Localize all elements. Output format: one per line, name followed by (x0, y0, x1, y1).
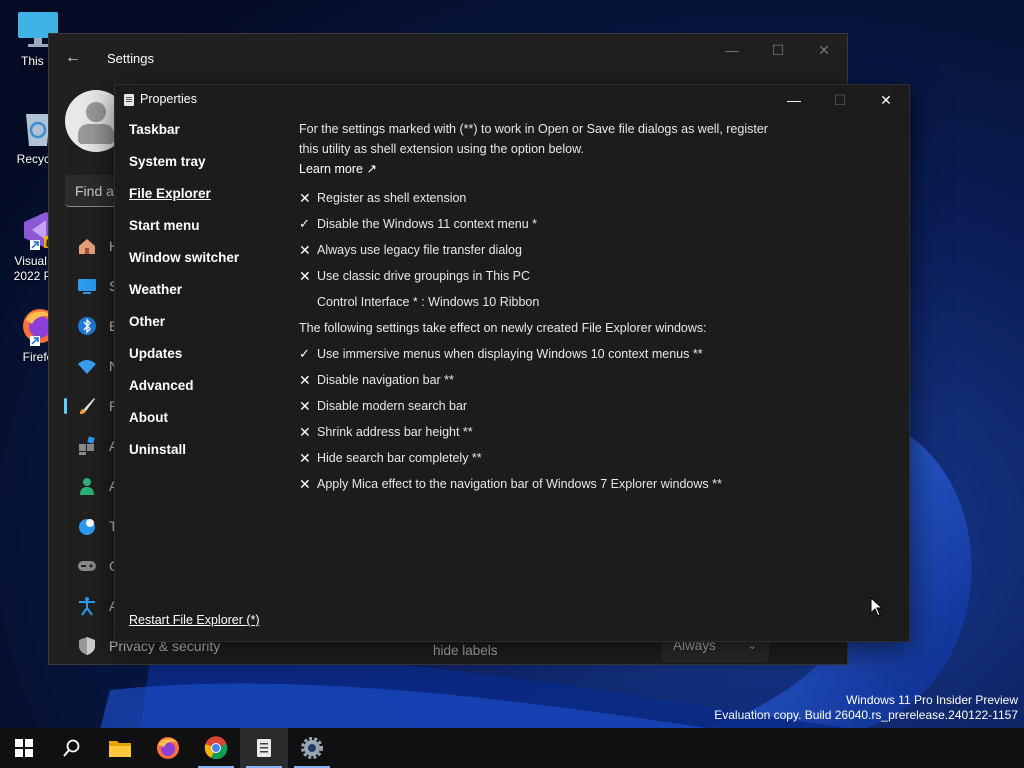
settings-title: Settings (107, 50, 154, 66)
unchecked-icon: ✕ (299, 475, 311, 492)
maximize-icon[interactable]: ☐ (755, 34, 801, 66)
option-label: Use immersive menus when displaying Wind… (317, 347, 703, 361)
search-button[interactable] (48, 728, 96, 768)
apps-icon (77, 436, 97, 456)
unchecked-icon: ✕ (299, 241, 311, 258)
firefox-icon (157, 737, 179, 759)
sidebar-item-weather[interactable]: Weather (129, 279, 289, 311)
gaming-icon (77, 556, 97, 576)
accessibility-icon (77, 596, 97, 616)
option-label: Apply Mica effect to the navigation bar … (317, 477, 722, 491)
system-icon (77, 276, 97, 296)
mouse-cursor-icon (870, 597, 884, 617)
intro-line: For the settings marked with (**) to wor… (299, 122, 768, 136)
checkmark-icon: ✓ (299, 346, 310, 361)
properties-app-icon (124, 94, 134, 106)
file-explorer-button[interactable] (96, 728, 144, 768)
section-heading: The following settings take effect on ne… (299, 321, 707, 335)
unchecked-icon: ✕ (299, 267, 311, 284)
bluetooth-icon (77, 316, 97, 336)
option-disable-win11-context-menu[interactable]: ✓ Disable the Windows 11 context menu * (299, 211, 779, 237)
maximize-icon[interactable]: ☐ (817, 85, 863, 115)
taskbar (0, 728, 1024, 768)
sidebar-item-other[interactable]: Other (129, 311, 289, 343)
close-icon[interactable]: ✕ (863, 85, 909, 115)
search-icon (63, 739, 80, 757)
option-hide-search-bar[interactable]: ✕ Hide search bar completely ** (299, 445, 779, 471)
option-label: Hide search bar completely ** (317, 451, 482, 465)
shield-icon (77, 636, 97, 656)
option-label: Disable modern search bar (317, 399, 468, 413)
unchecked-icon: ✕ (299, 371, 311, 388)
properties-window-controls: — ☐ ✕ (771, 85, 909, 115)
option-classic-drive-groupings[interactable]: ✕ Use classic drive groupings in This PC (299, 263, 779, 289)
sidebar-item-taskbar[interactable]: Taskbar (129, 119, 289, 151)
sidebar-item-about[interactable]: About (129, 407, 289, 439)
checkmark-icon: ✓ (299, 216, 310, 231)
option-label: Register as shell extension (317, 191, 467, 205)
restart-file-explorer-link[interactable]: Restart File Explorer (*) (129, 613, 260, 627)
firefox-taskbar-button[interactable] (144, 728, 192, 768)
unchecked-icon: ✕ (299, 189, 311, 206)
unchecked-icon: ✕ (299, 423, 311, 440)
option-disable-modern-search-bar[interactable]: ✕ Disable modern search bar (299, 393, 779, 419)
settings-gear-icon (301, 737, 323, 759)
properties-sidebar: Taskbar System tray File Explorer Start … (129, 119, 289, 471)
sidebar-item-advanced[interactable]: Advanced (129, 375, 289, 407)
properties-app-icon (257, 739, 271, 757)
sidebar-item-file-explorer[interactable]: File Explorer (129, 183, 289, 215)
accounts-icon (77, 476, 97, 496)
file-explorer-icon (109, 741, 131, 757)
selected-indicator (64, 398, 67, 414)
home-icon (77, 236, 97, 256)
unchecked-icon: ✕ (299, 397, 311, 414)
close-icon[interactable]: ✕ (801, 34, 847, 66)
start-icon (15, 739, 33, 757)
back-arrow-icon[interactable]: ← (65, 50, 81, 66)
settings-window-controls: — ☐ ✕ (709, 34, 847, 66)
option-shrink-address-bar[interactable]: ✕ Shrink address bar height ** (299, 419, 779, 445)
properties-window: Properties — ☐ ✕ Taskbar System tray Fil… (114, 84, 910, 642)
option-control-interface[interactable]: Control Interface * : Windows 10 Ribbon (299, 289, 779, 315)
settings-taskbar-button[interactable] (288, 728, 336, 768)
sidebar-item-uninstall[interactable]: Uninstall (129, 439, 289, 471)
option-label: Use classic drive groupings in This PC (317, 269, 531, 283)
sidebar-item-start-menu[interactable]: Start menu (129, 215, 289, 247)
properties-title: Properties (140, 92, 197, 106)
properties-titlebar: Properties — ☐ ✕ (115, 85, 909, 115)
option-legacy-file-transfer[interactable]: ✕ Always use legacy file transfer dialog (299, 237, 779, 263)
option-disable-navigation-bar[interactable]: ✕ Disable navigation bar ** (299, 367, 779, 393)
sidebar-item-window-switcher[interactable]: Window switcher (129, 247, 289, 279)
option-label: Control Interface * : Windows 10 Ribbon (317, 295, 540, 309)
sidebar-item-updates[interactable]: Updates (129, 343, 289, 375)
intro-line: this utility as shell extension using th… (299, 142, 584, 156)
intro-text: For the settings marked with (**) to wor… (299, 119, 779, 159)
os-watermark: Windows 11 Pro Insider Preview Evaluatio… (714, 693, 1018, 723)
minimize-icon[interactable]: — (709, 34, 755, 66)
chrome-icon (204, 736, 228, 760)
unchecked-icon: ✕ (299, 449, 311, 466)
watermark-line: Windows 11 Pro Insider Preview (846, 693, 1018, 707)
chrome-taskbar-button[interactable] (192, 728, 240, 768)
watermark-line: Evaluation copy. Build 26040.rs_prerelea… (714, 708, 1018, 722)
option-label: Always use legacy file transfer dialog (317, 243, 522, 257)
option-label: Disable the Windows 11 context menu * (317, 217, 538, 231)
option-immersive-menus[interactable]: ✓ Use immersive menus when displaying Wi… (299, 341, 779, 367)
sidebar-item-system-tray[interactable]: System tray (129, 151, 289, 183)
option-register-shell-extension[interactable]: ✕ Register as shell extension (299, 185, 779, 211)
option-label: Shrink address bar height ** (317, 425, 473, 439)
properties-taskbar-button[interactable] (240, 728, 288, 768)
option-mica-navigation-bar[interactable]: ✕ Apply Mica effect to the navigation ba… (299, 471, 779, 497)
start-button[interactable] (0, 728, 48, 768)
file-explorer-settings: For the settings marked with (**) to wor… (299, 119, 779, 497)
network-icon (77, 356, 97, 376)
minimize-icon[interactable]: — (771, 85, 817, 115)
learn-more-link[interactable]: Learn more ↗ (299, 159, 377, 179)
personalization-icon (77, 396, 97, 416)
option-label: Disable navigation bar ** (317, 373, 454, 387)
time-language-icon (77, 516, 97, 536)
